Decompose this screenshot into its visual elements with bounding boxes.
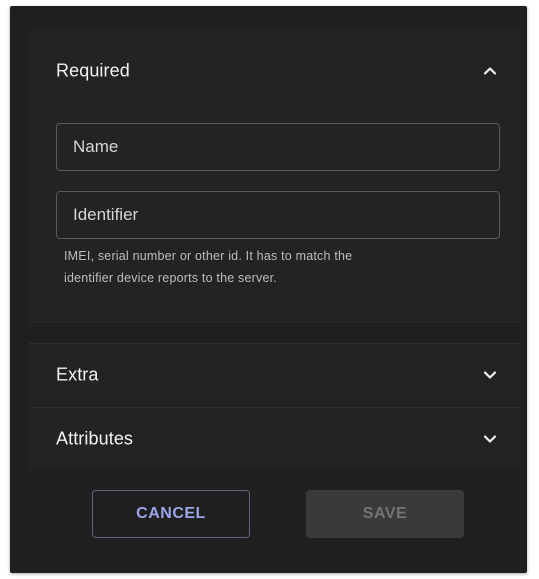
chevron-up-icon[interactable] <box>482 63 498 79</box>
section-required-title: Required <box>56 60 130 81</box>
cancel-button[interactable]: CANCEL <box>92 490 250 538</box>
chevron-down-icon[interactable] <box>482 367 498 383</box>
identifier-field-label: Identifier <box>73 205 139 224</box>
identifier-field[interactable]: Identifier <box>56 191 500 239</box>
section-extra[interactable]: Extra <box>29 343 520 405</box>
identifier-helper-text: IMEI, serial number or other id. It has … <box>64 245 484 289</box>
section-required-header[interactable]: Required <box>29 29 520 113</box>
section-attributes-header[interactable]: Attributes <box>29 408 520 470</box>
section-attributes[interactable]: Attributes <box>29 407 520 470</box>
device-form-dialog: Required Name Identifier IMEI, serial nu… <box>10 6 527 573</box>
chevron-down-icon[interactable] <box>482 431 498 447</box>
section-extra-header[interactable]: Extra <box>29 344 520 406</box>
section-extra-title: Extra <box>56 364 99 385</box>
save-button[interactable]: SAVE <box>306 490 464 538</box>
section-attributes-title: Attributes <box>56 428 134 449</box>
name-field-label: Name <box>73 137 119 156</box>
identifier-helper-line-1: IMEI, serial number or other id. It has … <box>64 249 353 263</box>
section-required: Required Name Identifier IMEI, serial nu… <box>29 29 520 325</box>
identifier-helper-line-2: identifier device reports to the server. <box>64 271 277 285</box>
name-field[interactable]: Name <box>56 123 500 171</box>
